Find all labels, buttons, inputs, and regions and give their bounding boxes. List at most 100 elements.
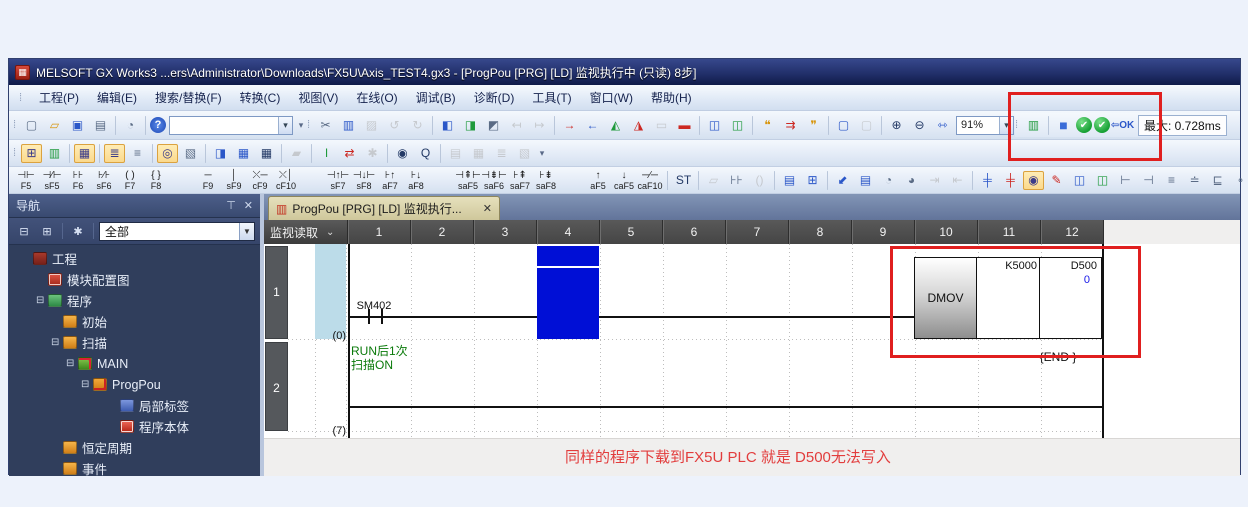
tree-expander-icon[interactable]: ⊟ [36,295,48,306]
invert-operation-down-button[interactable]: ↓caF5 [611,170,637,191]
copy-icon[interactable]: ▥ [338,116,359,135]
tree-item-program[interactable]: ⊟ 程序 [9,290,260,311]
device-test-icon[interactable]: ◫ [1069,171,1090,190]
menu-item[interactable]: 诊断(D) [465,88,524,108]
wire-draw-icon[interactable]: ╪ [977,171,998,190]
wire-down-icon[interactable]: ⊣ [1138,171,1159,190]
document-tab[interactable]: ▥ ProgPou [PRG] [LD] 监视执行... ✕ [268,196,500,220]
print-preview-icon[interactable]: ◔ [120,116,141,135]
online-diagnostics-icon[interactable]: ◮ [628,116,649,135]
note-insert-icon[interactable]: ❞ [803,116,824,135]
close-icon[interactable]: ✕ [244,199,253,212]
read-ladder-icon[interactable]: ▤ [855,171,876,190]
application-instruction-button[interactable]: { }F8 [143,170,169,191]
search-contact-icon[interactable]: ◔ [878,171,899,190]
print-icon[interactable]: ▤ [90,116,111,135]
edit-list-icon[interactable]: ▤ [779,171,800,190]
rising-pulse-close-button[interactable]: ⊣⇞⊢saF5 [455,170,481,191]
label-editor-icon[interactable]: I [316,144,337,163]
menu-item[interactable]: 转换(C) [231,88,290,108]
tree-expander-icon[interactable]: ⊟ [51,337,63,348]
plc-memory-icon[interactable]: ▬ [674,116,695,135]
falling-pulse-branch-button[interactable]: ⊦↓aF8 [403,170,429,191]
fit-width-icon[interactable]: ⇿ [932,116,953,135]
gear-icon[interactable]: ✱ [68,222,88,240]
pou-insert-icon[interactable]: ⇉ [780,116,801,135]
display-color-icon[interactable]: ▢ [833,116,854,135]
zoom-combo[interactable]: 91% [956,116,1014,135]
toolbar-grip[interactable] [307,116,314,134]
search-coil-icon[interactable]: ◕ [901,171,922,190]
insert-column-icon[interactable]: ⇥ [924,171,945,190]
falling-pulse-button[interactable]: ⊣↓⊢sF8 [351,170,377,191]
menu-item[interactable]: 帮助(H) [642,88,701,108]
device-comment-icon[interactable]: ▦ [233,144,254,163]
redo-icon[interactable]: ↻ [407,116,428,135]
device-find-dropdown-icon[interactable]: ◨ [210,144,231,163]
register-watch-icon[interactable]: ↤ [506,116,527,135]
delete-horizontal-line-button[interactable]: ⤬─cF9 [247,170,273,191]
menu-item[interactable]: 调试(B) [407,88,465,108]
toolbar-overflow-icon[interactable] [295,120,307,131]
watch-window3-icon[interactable]: ≣ [491,144,512,163]
temporary-change-icon[interactable]: ▱ [703,171,724,190]
verify-with-plc-icon[interactable]: ◭ [605,116,626,135]
tree-sync-icon[interactable]: ⊞ [37,222,57,240]
find-replace-icon[interactable]: ▧ [180,144,201,163]
tree-collapse-icon[interactable]: ⊟ [14,222,34,240]
open-project-icon[interactable]: ▱ [44,116,65,135]
toolbar-grip[interactable] [19,89,26,107]
coil-button[interactable]: ( )F7 [117,170,143,191]
invert-result-button[interactable]: ─∕─caF10 [637,170,663,191]
toolbar-grip[interactable] [13,144,20,162]
device-memory-icon[interactable]: ▦ [256,144,277,163]
combo-dropdown-icon[interactable] [278,117,292,134]
edit-mode-icon[interactable]: ✎ [1046,171,1067,190]
align-left-icon[interactable]: ≡ [1161,171,1182,190]
tree-item-progpou[interactable]: ⊟ ProgPou [9,374,260,395]
device-batch-monitor-icon[interactable]: ◫ [704,116,725,135]
tree-item-program-body[interactable]: 程序本体 [9,416,260,437]
tab-close-icon[interactable]: ✕ [483,202,492,215]
contact-coil-swap-icon[interactable]: ⊦⊦ [726,171,747,190]
zoom-in-icon[interactable]: ⊕ [886,116,907,135]
closed-contact-button[interactable]: ⊣∕⊢sF5 [39,170,65,191]
falling-pulse-close-button[interactable]: ⊣⇟⊢saF6 [481,170,507,191]
insert-mode-icon[interactable]: ⊞ [802,171,823,190]
watch-window2-icon[interactable]: ▦ [468,144,489,163]
navigation-window-icon[interactable]: ⊞ [21,144,42,163]
find-icon[interactable]: ◎ [157,144,178,163]
paste-icon[interactable]: ▨ [361,116,382,135]
remote-operation-icon[interactable]: ▭ [651,116,672,135]
menu-item[interactable]: 视图(V) [289,88,347,108]
falling-pulse-close-branch-button[interactable]: ⊦⇟saF8 [533,170,559,191]
read-from-plc-icon[interactable]: ← [582,116,603,135]
combo-dropdown-icon[interactable] [239,223,254,240]
align-top-icon[interactable]: ≐ [1184,171,1205,190]
io-check-icon[interactable]: ⇄ [339,144,360,163]
connection-destination-icon[interactable]: ▥ [44,144,65,163]
ladder-cursor[interactable] [537,246,599,339]
write-ladder-icon[interactable]: ⬋ [832,171,853,190]
watch-window1-icon[interactable]: ▤ [445,144,466,163]
watch-window-icon[interactable]: ◫ [727,116,748,135]
coil-format-icon[interactable]: () [749,171,770,190]
menu-item[interactable]: 工程(P) [30,88,88,108]
horizontal-line-button[interactable]: ─F9 [195,170,221,191]
menu-item[interactable]: 工具(T) [523,88,580,108]
menu-item[interactable]: 搜索/替换(F) [146,88,231,108]
closed-branch-button[interactable]: ⊦∕⊦sF6 [91,170,117,191]
wire-delete-icon[interactable]: ╪ [1000,171,1021,190]
search-target-dropdown-icon[interactable]: Q [415,144,436,163]
tree-filter-combo[interactable]: 全部 [99,222,255,241]
device-find-icon[interactable]: ◧ [437,116,458,135]
tree-item-main[interactable]: ⊟ MAIN [9,353,260,374]
delete-column-icon[interactable]: ⇤ [947,171,968,190]
open-branch-button[interactable]: ⊦⊦F6 [65,170,91,191]
toolbar-overflow-icon[interactable] [536,148,548,159]
device-list-icon[interactable]: ◩ [483,116,504,135]
save-project-icon[interactable]: ▣ [67,116,88,135]
tree-item-event[interactable]: 事件 [9,458,260,479]
new-project-icon[interactable]: ▢ [21,116,42,135]
menu-item[interactable]: 在线(O) [347,88,406,108]
